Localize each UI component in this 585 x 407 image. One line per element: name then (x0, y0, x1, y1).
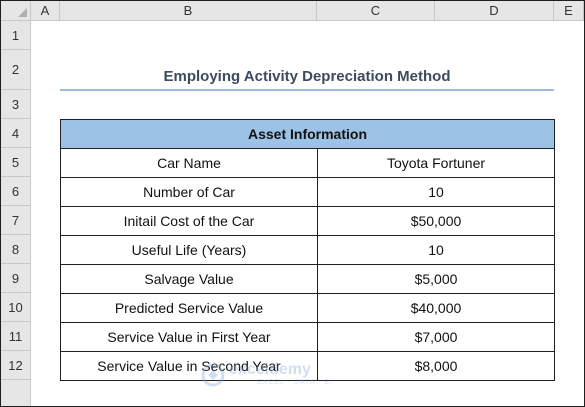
row-header-6[interactable]: 6 (1, 177, 31, 206)
row-header-10[interactable]: 10 (1, 293, 31, 322)
row-header-7[interactable]: 7 (1, 206, 31, 235)
table-row: Useful Life (Years) 10 (60, 235, 555, 265)
table-row: Salvage Value $5,000 (60, 264, 555, 294)
row-header-12[interactable]: 12 (1, 351, 31, 380)
row-value[interactable]: $8,000 (317, 351, 555, 381)
row-header-2[interactable]: 2 (1, 50, 31, 90)
table-row: Predicted Service Value $40,000 (60, 293, 555, 323)
row-header-13 (1, 380, 31, 406)
row-value[interactable]: $40,000 (317, 293, 555, 323)
spreadsheet: A B C D E 1 2 3 4 5 6 7 8 9 10 11 12 Emp… (0, 0, 585, 407)
row-label[interactable]: Service Value in Second Year (60, 351, 318, 381)
row-label[interactable]: Service Value in First Year (60, 322, 318, 352)
asset-information-table: Asset Information Car Name Toyota Fortune… (60, 119, 555, 381)
row-value[interactable]: 10 (317, 235, 555, 265)
select-all-corner[interactable] (1, 1, 31, 21)
table-row: Initail Cost of the Car $50,000 (60, 206, 555, 236)
select-all-icon (18, 8, 27, 17)
row-header-11[interactable]: 11 (1, 322, 31, 351)
row-label[interactable]: Car Name (60, 148, 318, 178)
row-label[interactable]: Predicted Service Value (60, 293, 318, 323)
table-row: Service Value in Second Year $8,000 (60, 351, 555, 381)
row-header-9[interactable]: 9 (1, 264, 31, 293)
row-value[interactable]: $7,000 (317, 322, 555, 352)
column-header-e[interactable]: E (554, 1, 584, 21)
row-header-4[interactable]: 4 (1, 119, 31, 148)
row-value[interactable]: Toyota Fortuner (317, 148, 555, 178)
title-underline (60, 89, 554, 91)
row-header-3[interactable]: 3 (1, 90, 31, 119)
column-header-d[interactable]: D (435, 1, 554, 21)
table-row: Car Name Toyota Fortuner (60, 148, 555, 178)
row-label[interactable]: Salvage Value (60, 264, 318, 294)
row-header-5[interactable]: 5 (1, 148, 31, 177)
sheet-title[interactable]: Employing Activity Depreciation Method (60, 64, 554, 88)
row-value[interactable]: 10 (317, 177, 555, 207)
row-label[interactable]: Initail Cost of the Car (60, 206, 318, 236)
column-header-c[interactable]: C (317, 1, 435, 21)
row-value[interactable]: $50,000 (317, 206, 555, 236)
table-row: Number of Car 10 (60, 177, 555, 207)
column-header-b[interactable]: B (60, 1, 317, 21)
table-header[interactable]: Asset Information (60, 119, 555, 149)
row-value[interactable]: $5,000 (317, 264, 555, 294)
row-label[interactable]: Number of Car (60, 177, 318, 207)
row-header-1[interactable]: 1 (1, 21, 31, 50)
table-row: Service Value in First Year $7,000 (60, 322, 555, 352)
column-header-a[interactable]: A (31, 1, 60, 21)
row-label[interactable]: Useful Life (Years) (60, 235, 318, 265)
row-header-8[interactable]: 8 (1, 235, 31, 264)
